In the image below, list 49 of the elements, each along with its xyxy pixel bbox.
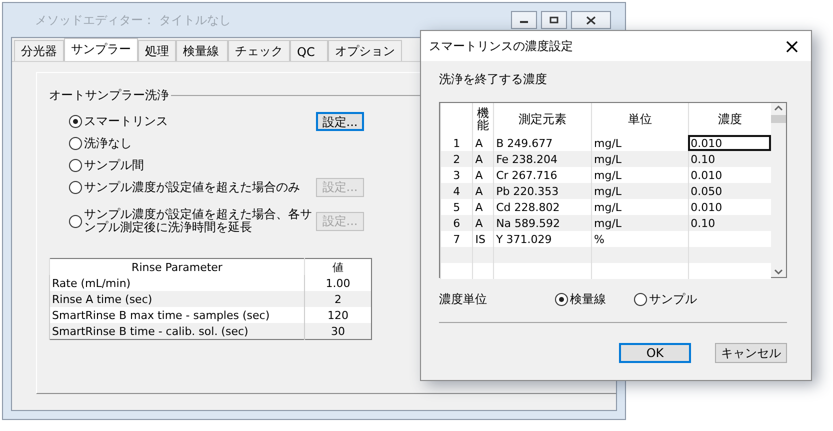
table-cell: 30: [304, 323, 372, 340]
radio-option[interactable]: スマートリンス: [69, 114, 168, 128]
unit-label: 濃度単位: [439, 290, 487, 308]
radio-icon[interactable]: [634, 292, 647, 306]
scroll-down-icon[interactable]: [774, 269, 783, 275]
radio-option[interactable]: サンプル間: [69, 158, 144, 172]
close-button[interactable]: [571, 11, 611, 29]
tab[interactable]: 分光器: [14, 40, 64, 61]
radio-option[interactable]: サンプル濃度が設定値を超えた場合、各サンプル測定後に洗浄時間を延長: [69, 208, 314, 234]
radio-icon[interactable]: [555, 292, 568, 306]
table-row[interactable]: 6 A Na 589.592 mg/L 0.10: [440, 215, 771, 231]
scroll-thumb[interactable]: [771, 115, 786, 123]
radio-option[interactable]: 洗浄なし: [69, 136, 132, 150]
scrollbar[interactable]: [771, 103, 786, 277]
radio-icon[interactable]: [69, 114, 82, 128]
dialog-title: スマートリンスの濃度設定: [429, 38, 573, 54]
radio-option[interactable]: サンプル濃度が設定値を超えた場合のみ: [69, 180, 300, 194]
table-row[interactable]: 2 A Fe 238.204 mg/L 0.10: [440, 151, 771, 167]
table-row[interactable]: 4 A Pb 220.353 mg/L 0.050: [440, 183, 771, 199]
radio-icon[interactable]: [69, 214, 82, 228]
table-cell: SmartRinse B time - calib. sol. (sec): [50, 323, 304, 340]
table-cell[interactable]: 0.010: [688, 135, 771, 151]
table-row[interactable]: 1 A B 249.677 mg/L 0.010: [440, 135, 771, 151]
close-button[interactable]: ×: [777, 33, 807, 59]
section-label: 洗浄を終了する濃度: [439, 71, 548, 88]
radio-icon[interactable]: [69, 158, 82, 172]
radio-option[interactable]: サンプル: [634, 292, 697, 306]
table-row[interactable]: 3 A Cr 267.716 mg/L 0.010: [440, 167, 771, 183]
ok-button[interactable]: OK: [619, 343, 691, 363]
radio-icon[interactable]: [69, 180, 82, 194]
maximize-button[interactable]: [541, 11, 567, 29]
radio-icon[interactable]: [69, 136, 82, 150]
tab[interactable]: 検量線: [176, 40, 228, 61]
table-row[interactable]: 7 IS Y 371.029 %: [440, 231, 771, 247]
close-icon: [586, 16, 596, 24]
maximize-icon: [549, 16, 559, 24]
table-row[interactable]: 5 A Cd 228.802 mg/L 0.010: [440, 199, 771, 215]
cancel-button[interactable]: キャンセル: [715, 343, 787, 363]
tab[interactable]: QC: [290, 40, 328, 61]
window-title: メソッドエディター： タイトルなし: [34, 12, 231, 28]
tab[interactable]: チェック: [228, 40, 290, 61]
group-title: オートサンプラー洗浄: [49, 87, 169, 104]
tab[interactable]: サンプラー: [64, 38, 138, 61]
radio-option[interactable]: 検量線: [555, 292, 606, 306]
tab[interactable]: 処理: [138, 40, 176, 61]
scroll-up-icon[interactable]: [774, 105, 783, 111]
settings-button[interactable]: 設定...: [316, 112, 364, 130]
minimize-button[interactable]: [511, 11, 537, 29]
tab[interactable]: オプション: [328, 40, 402, 61]
